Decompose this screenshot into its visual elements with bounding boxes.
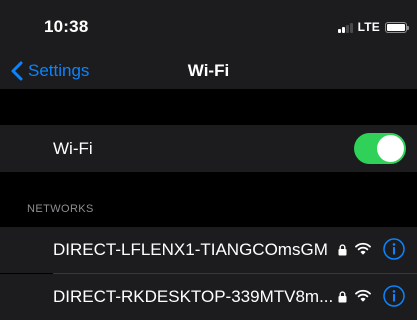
networks-section-header: NETWORKS bbox=[27, 203, 94, 215]
network-name: DIRECT-RKDESKTOP-339MTV8m... bbox=[53, 287, 333, 306]
info-icon[interactable] bbox=[383, 285, 405, 307]
navigation-bar: Wi-Fi Settings bbox=[0, 52, 417, 89]
status-bar: 10:38 LTE bbox=[0, 0, 417, 52]
wifi-icon bbox=[355, 289, 371, 302]
wifi-icon bbox=[355, 242, 371, 255]
section-spacer bbox=[0, 89, 417, 125]
network-type-label: LTE bbox=[357, 20, 380, 34]
lock-icon bbox=[338, 291, 347, 303]
back-button[interactable]: Settings bbox=[10, 52, 89, 89]
back-label: Settings bbox=[28, 60, 90, 80]
signal-icon bbox=[337, 22, 354, 33]
network-row[interactable]: DIRECT-RKDESKTOP-339MTV8m... bbox=[0, 274, 417, 320]
wifi-toggle-label: Wi-Fi bbox=[53, 139, 93, 158]
info-icon[interactable] bbox=[383, 238, 405, 260]
toggle-knob bbox=[377, 135, 404, 162]
status-indicators: LTE bbox=[337, 20, 409, 34]
wifi-toggle-switch[interactable] bbox=[354, 133, 406, 164]
chevron-left-icon bbox=[11, 61, 23, 80]
lock-icon bbox=[338, 244, 347, 256]
network-row[interactable]: DIRECT-LFLENX1-TIANGCOmsGM bbox=[0, 227, 417, 273]
battery-icon bbox=[385, 21, 409, 33]
status-time: 10:38 bbox=[44, 17, 89, 36]
network-name: DIRECT-LFLENX1-TIANGCOmsGM bbox=[53, 240, 328, 259]
